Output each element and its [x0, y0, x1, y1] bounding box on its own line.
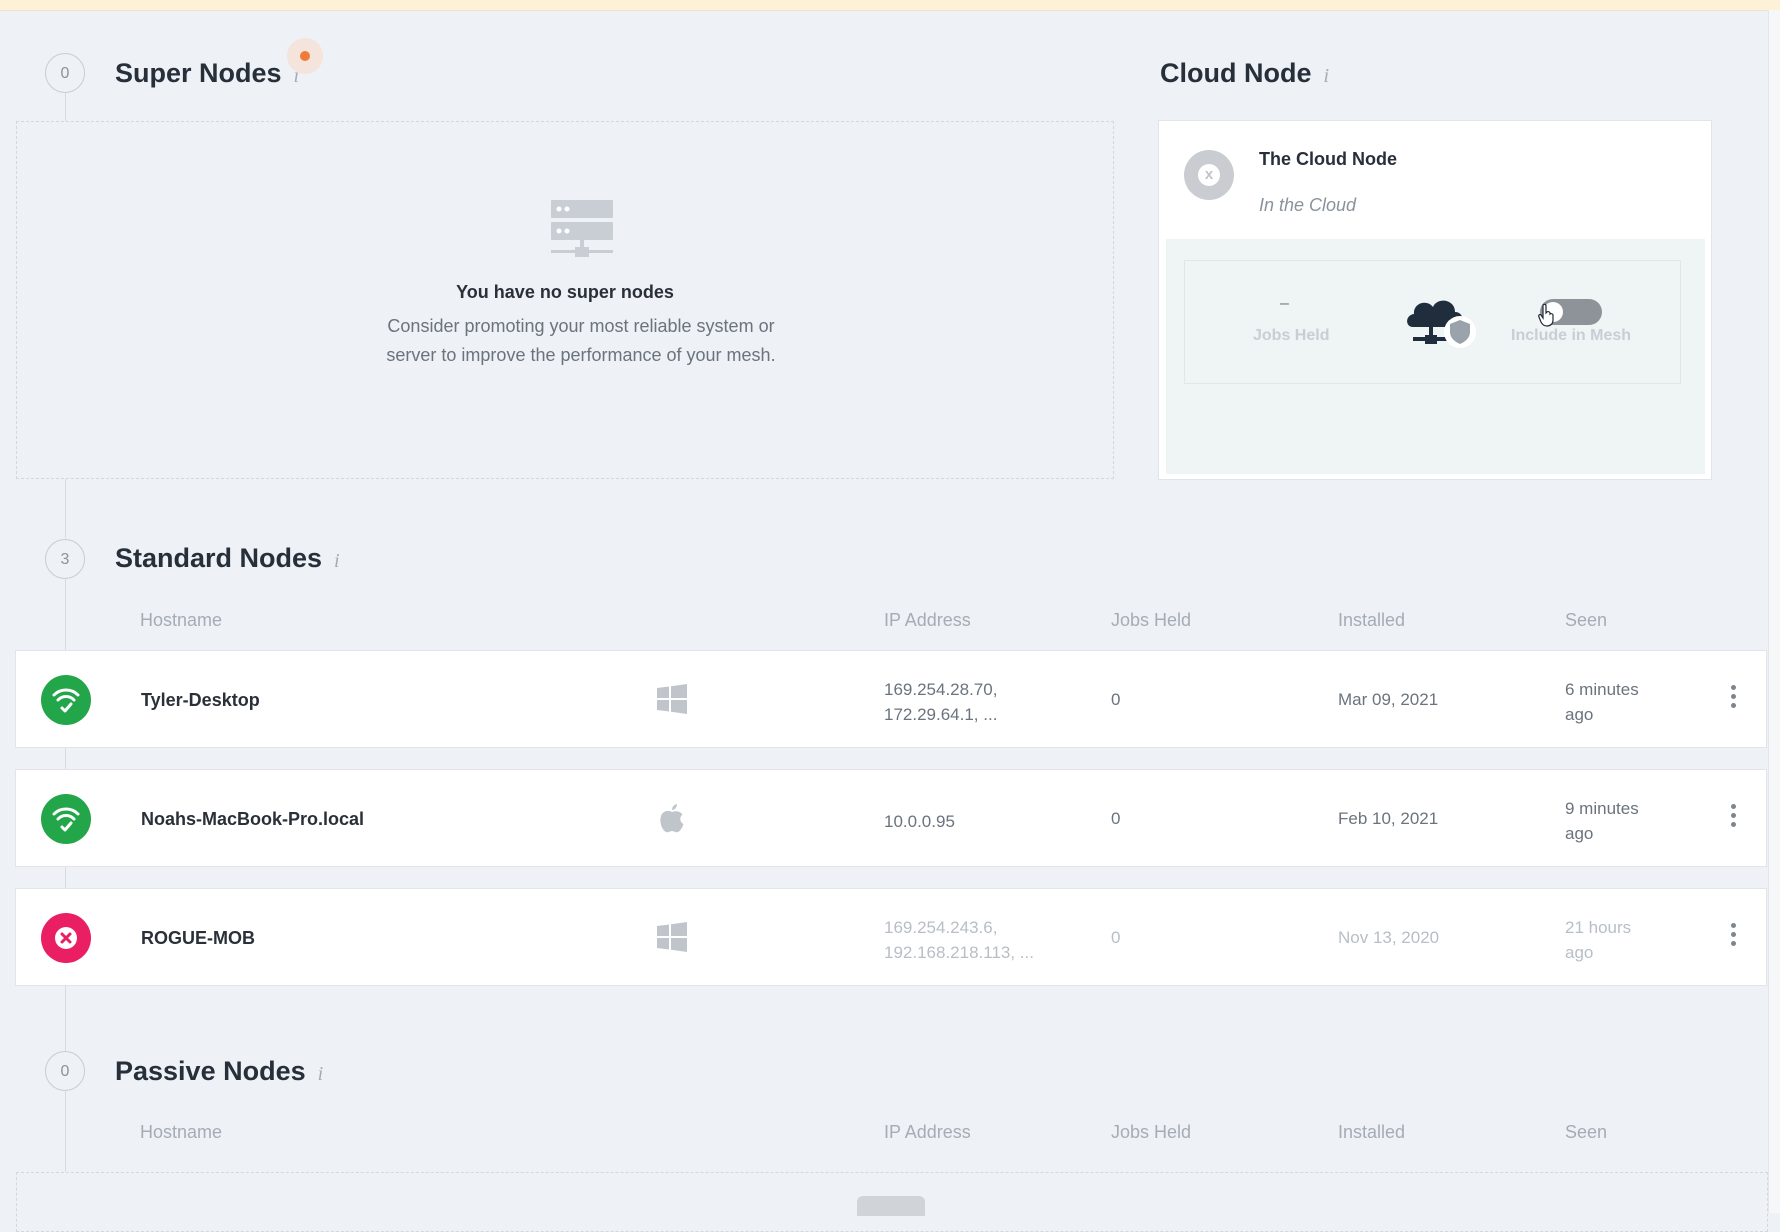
- timeline-line: [65, 748, 66, 769]
- column-header-ip-address[interactable]: IP Address: [884, 1122, 971, 1143]
- standard-nodes-info-icon[interactable]: i: [334, 550, 340, 572]
- column-header-installed[interactable]: Installed: [1338, 610, 1405, 631]
- cloud-jobs-label: Jobs Held: [1253, 327, 1330, 344]
- table-row[interactable]: Tyler-Desktop 169.254.28.70, 172.29.64.1,…: [15, 650, 1767, 748]
- node-installed-date: Mar 09, 2021: [1338, 690, 1439, 709]
- timeline-line: [65, 986, 66, 1051]
- notification-dot: [300, 51, 310, 61]
- node-ip-address: 10.0.0.95: [884, 809, 1084, 834]
- node-seen-line-2: ago: [1565, 943, 1594, 962]
- cloud-shield-icon: [1407, 300, 1476, 348]
- wifi-check-icon: [52, 807, 80, 832]
- node-last-seen: 9 minutes ago: [1565, 796, 1675, 846]
- node-jobs-held: 0: [1111, 928, 1121, 947]
- node-hostname[interactable]: ROGUE-MOB: [141, 928, 255, 949]
- top-banner: [0, 0, 1780, 11]
- column-header-hostname[interactable]: Hostname: [140, 1122, 222, 1143]
- notification-indicator[interactable]: [287, 38, 323, 74]
- node-ip-line-1: 169.254.243.6,: [884, 918, 998, 937]
- cloud-node-name: The Cloud Node: [1259, 149, 1397, 169]
- column-header-hostname[interactable]: Hostname: [140, 610, 222, 631]
- pointer-cursor-icon: [1538, 303, 1554, 327]
- timeline-line: [65, 579, 66, 650]
- more-options-icon[interactable]: [1727, 685, 1739, 715]
- close-icon: x: [1198, 164, 1220, 186]
- column-header-installed[interactable]: Installed: [1338, 1122, 1405, 1143]
- node-seen-line-2: ago: [1565, 705, 1594, 724]
- super-nodes-count: 0: [45, 53, 85, 93]
- node-status-online: [41, 794, 91, 844]
- node-status-online: [41, 675, 91, 725]
- node-last-seen: 21 hours ago: [1565, 915, 1675, 965]
- column-header-jobs-held[interactable]: Jobs Held: [1111, 610, 1191, 631]
- node-installed-date: Feb 10, 2021: [1338, 809, 1439, 828]
- node-ip-line-2: 172.29.64.1, ...: [884, 705, 998, 724]
- node-ip-line-1: 10.0.0.95: [884, 812, 955, 831]
- super-nodes-title: Super Nodes i: [115, 58, 299, 89]
- node-jobs-held: 0: [1111, 690, 1121, 709]
- wifi-check-icon: [52, 688, 80, 713]
- column-header-jobs-held[interactable]: Jobs Held: [1111, 1122, 1191, 1143]
- standard-nodes-title-text: Standard Nodes: [115, 543, 323, 573]
- timeline-line: [65, 867, 66, 888]
- node-ip-address: 169.254.28.70, 172.29.64.1, ...: [884, 677, 1084, 727]
- cloud-node-status-icon: x: [1184, 150, 1234, 200]
- super-nodes-empty-description: Consider promoting your most reliable sy…: [386, 316, 776, 365]
- node-installed-date: Nov 13, 2020: [1338, 928, 1440, 947]
- node-last-seen: 6 minutes ago: [1565, 677, 1675, 727]
- timeline-line: [65, 89, 66, 121]
- error-x-icon: [55, 927, 77, 949]
- node-jobs-held: 0: [1111, 809, 1121, 828]
- super-nodes-title-text: Super Nodes: [115, 58, 282, 88]
- passive-nodes-info-icon[interactable]: i: [318, 1063, 324, 1085]
- right-scrollbar-track[interactable]: [1768, 10, 1780, 1213]
- cloud-node-stats: – Jobs Held Include in Mesh: [1184, 260, 1681, 384]
- table-row[interactable]: Noahs-MacBook-Pro.local 10.0.0.95 0 Feb …: [15, 769, 1767, 867]
- cloud-node-info-icon[interactable]: i: [1323, 65, 1329, 87]
- more-options-icon[interactable]: [1727, 923, 1739, 953]
- cloud-jobs-value: –: [1280, 295, 1289, 312]
- timeline-line: [65, 1091, 66, 1172]
- windows-icon: [657, 922, 687, 952]
- node-hostname[interactable]: Noahs-MacBook-Pro.local: [141, 809, 364, 830]
- node-status-offline: [41, 913, 91, 963]
- super-nodes-empty-title: You have no super nodes: [456, 282, 674, 302]
- node-seen-line-1: 6 minutes: [1565, 680, 1639, 699]
- cloud-node-title: Cloud Node i: [1160, 58, 1329, 89]
- column-header-seen[interactable]: Seen: [1565, 610, 1607, 631]
- passive-nodes-title: Passive Nodes i: [115, 1056, 323, 1087]
- include-in-mesh-label: Include in Mesh: [1511, 327, 1632, 344]
- cloud-node-title-text: Cloud Node: [1160, 58, 1312, 88]
- server-icon: [551, 200, 613, 257]
- passive-nodes-title-text: Passive Nodes: [115, 1056, 306, 1086]
- node-seen-line-1: 9 minutes: [1565, 799, 1639, 818]
- apple-icon: [660, 804, 684, 833]
- node-ip-address: 169.254.243.6, 192.168.218.113, ...: [884, 915, 1084, 965]
- windows-icon: [657, 684, 687, 714]
- node-ip-line-1: 169.254.28.70,: [884, 680, 998, 699]
- cloud-node-panel: – Jobs Held Include in Mesh: [1166, 239, 1705, 474]
- table-row[interactable]: ROGUE-MOB 169.254.243.6, 192.168.218.113,…: [15, 888, 1767, 986]
- node-hostname[interactable]: Tyler-Desktop: [141, 690, 260, 711]
- cloud-node-location: In the Cloud: [1259, 195, 1357, 215]
- standard-nodes-count: 3: [45, 539, 85, 579]
- column-header-ip-address[interactable]: IP Address: [884, 610, 971, 631]
- cloud-node-card: x The Cloud Node In the Cloud – Jobs Hel…: [1158, 120, 1712, 480]
- column-header-seen[interactable]: Seen: [1565, 1122, 1607, 1143]
- passive-nodes-count: 0: [45, 1051, 85, 1091]
- node-ip-line-2: 192.168.218.113, ...: [884, 943, 1034, 962]
- node-seen-line-2: ago: [1565, 824, 1594, 843]
- scroll-handle[interactable]: [857, 1196, 925, 1216]
- more-options-icon[interactable]: [1727, 804, 1739, 834]
- node-seen-line-1: 21 hours: [1565, 918, 1632, 937]
- super-nodes-empty-state: You have no super nodes Consider promoti…: [16, 121, 1114, 479]
- standard-nodes-title: Standard Nodes i: [115, 543, 340, 574]
- timeline-line: [65, 479, 66, 538]
